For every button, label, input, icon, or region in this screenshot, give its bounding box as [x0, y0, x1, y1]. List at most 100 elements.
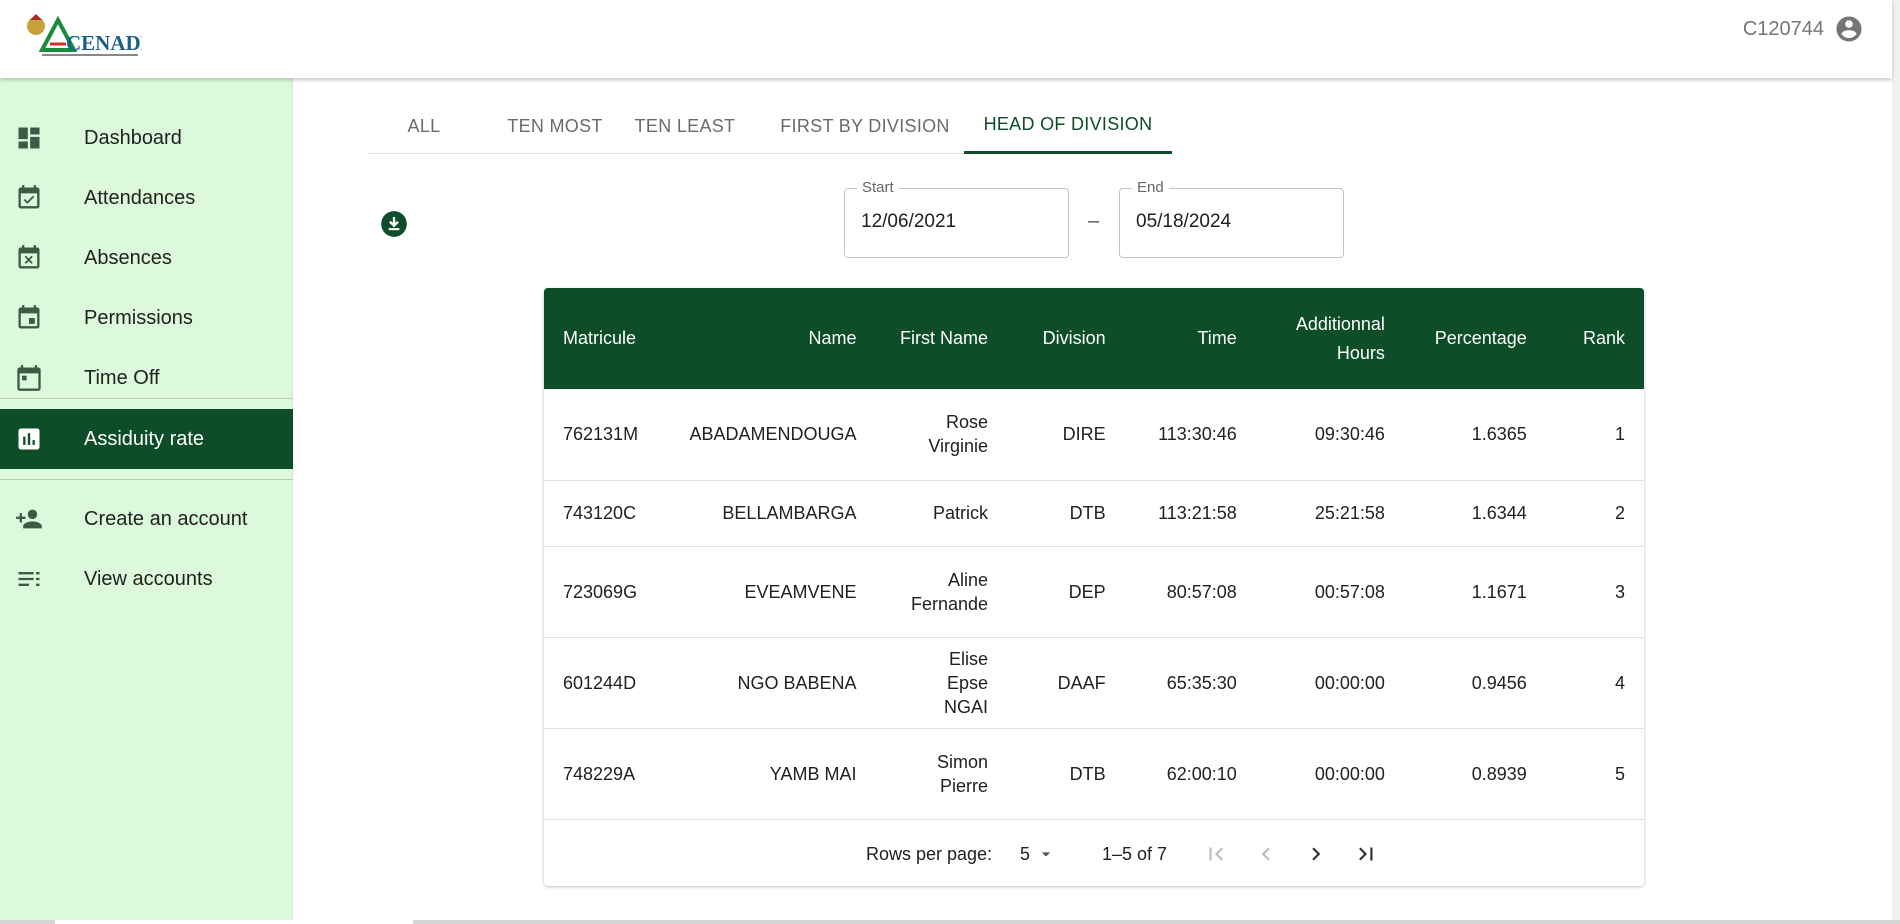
rows-per-page-label: Rows per page: [866, 843, 993, 864]
end-date-field[interactable]: End [1119, 179, 1344, 258]
cell-matricule: 762131M [563, 424, 639, 445]
download-icon [381, 211, 407, 237]
sidebar-item-label: Time Off [84, 366, 160, 389]
calendar-today-icon [15, 364, 43, 392]
column-header-percentage[interactable]: Percentage [1404, 288, 1546, 389]
column-header-rank[interactable]: Rank [1546, 288, 1644, 389]
person-add-icon [15, 505, 43, 533]
table-header-row: Matricule Name First Name Division Time … [544, 288, 1644, 389]
sidebar-item-dashboard[interactable]: Dashboard [0, 108, 293, 168]
horizontal-scrollbar[interactable] [0, 920, 1900, 924]
cell-time: 113:21:58 [1158, 503, 1237, 523]
first-page-button[interactable] [1200, 838, 1232, 870]
dashboard-icon [15, 124, 43, 152]
cell-first-name: Patrick [933, 503, 989, 523]
cell-name: YAMB MAI [769, 763, 857, 784]
event-icon [15, 304, 43, 332]
sidebar-item-view-accounts[interactable]: View accounts [0, 549, 293, 609]
tab-bar: ALL TEN MOST TEN LEAST FIRST BY DIVISION… [368, 98, 1172, 154]
cell-matricule: 723069G [563, 581, 638, 602]
end-date-label: End [1132, 179, 1169, 196]
vertical-scrollbar[interactable] [1892, 0, 1900, 920]
column-header-first-name[interactable]: First Name [875, 288, 1007, 389]
last-page-icon [1359, 847, 1373, 861]
cell-rank: 1 [1614, 424, 1625, 445]
end-date-input[interactable] [1136, 211, 1326, 233]
column-header-division[interactable]: Division [1007, 288, 1125, 389]
chevron-right-icon [1312, 847, 1321, 861]
cell-matricule: 743120C [563, 503, 637, 523]
cell-division: DTB [1069, 503, 1106, 523]
table-row: 748229A YAMB MAI Simon Pierre DTB 62:00:… [544, 728, 1644, 819]
cell-division: DTB [1069, 763, 1106, 784]
sidebar: Dashboard Attendances Absences Permissio… [0, 78, 293, 924]
cell-rank: 5 [1614, 763, 1625, 784]
cell-rank: 3 [1614, 581, 1625, 602]
cell-rank: 4 [1614, 672, 1625, 693]
table-pagination: Rows per page: 5 1–5 of 7 [544, 822, 1644, 886]
account-circle-icon[interactable] [1834, 14, 1864, 44]
sidebar-item-label: View accounts [84, 567, 213, 590]
cell-name: EVEAMVENE [744, 581, 857, 602]
next-page-button[interactable] [1300, 838, 1332, 870]
cell-first-name: Simon Pierre [937, 751, 989, 796]
column-header-time[interactable]: Time [1125, 288, 1256, 389]
table-row: 601244D NGO BABENA Elise Epse NGAI DAAF … [544, 637, 1644, 728]
list-icon [15, 565, 43, 593]
tab-ten-most[interactable]: TEN MOST [480, 98, 630, 154]
cell-rank: 2 [1614, 503, 1625, 523]
download-button[interactable] [380, 210, 408, 238]
assiduity-table-card: Matricule Name First Name Division Time … [544, 288, 1644, 886]
sidebar-item-label: Absences [84, 246, 172, 269]
cell-name: NGO BABENA [737, 672, 857, 693]
scrollbar-thumb[interactable] [55, 920, 413, 924]
event-available-icon [15, 184, 43, 212]
cell-additionnal-hours: 09:30:46 [1314, 424, 1385, 445]
table-row: 762131M ABADAMENDOUGA Rose Virginie DIRE… [544, 389, 1644, 480]
sidebar-item-label: Create an account [84, 507, 248, 530]
cell-percentage: 1.6344 [1471, 503, 1527, 523]
cell-time: 62:00:10 [1166, 763, 1237, 784]
arrow-drop-down-icon [1041, 852, 1051, 857]
tab-head-of-division[interactable]: HEAD OF DIVISION [964, 98, 1172, 154]
cell-matricule: 601244D [563, 672, 637, 693]
event-busy-icon [15, 244, 43, 272]
cell-time: 65:35:30 [1166, 672, 1237, 693]
sidebar-item-create-account[interactable]: Create an account [0, 489, 293, 549]
sidebar-item-absences[interactable]: Absences [0, 228, 293, 288]
start-date-field[interactable]: Start [844, 179, 1069, 258]
sidebar-item-permissions[interactable]: Permissions [0, 288, 293, 348]
sidebar-divider [0, 479, 293, 480]
column-header-additionnal-hours[interactable]: Additionnal Hours [1256, 288, 1404, 389]
cell-additionnal-hours: 00:00:00 [1314, 763, 1385, 784]
user-menu[interactable]: C120744 [1743, 14, 1864, 44]
table-row: 723069G EVEAMVENE Aline Fernande DEP 80:… [544, 546, 1644, 637]
column-header-name[interactable]: Name [670, 288, 875, 389]
rows-per-page-select[interactable]: 5 [1020, 844, 1056, 865]
column-header-matricule[interactable]: Matricule [544, 288, 670, 389]
chevron-left-icon [1261, 847, 1270, 861]
tab-first-by-division[interactable]: FIRST BY DIVISION [770, 98, 960, 154]
date-range-separator: – [1088, 210, 1100, 232]
sidebar-item-label: Assiduity rate [84, 427, 205, 450]
cell-percentage: 0.8939 [1471, 763, 1527, 784]
previous-page-button[interactable] [1250, 838, 1282, 870]
cell-division: DIRE [1062, 424, 1106, 445]
cell-first-name: Rose Virginie [928, 412, 989, 457]
sidebar-item-label: Dashboard [84, 126, 182, 149]
first-page-icon [1209, 847, 1223, 861]
sidebar-item-assiduity-rate[interactable]: Assiduity rate [0, 409, 293, 469]
start-date-input[interactable] [861, 211, 1051, 233]
cell-percentage: 1.6365 [1471, 424, 1527, 445]
cell-percentage: 1.1671 [1471, 581, 1527, 602]
tab-ten-least[interactable]: TEN LEAST [630, 98, 740, 154]
cell-additionnal-hours: 25:21:58 [1314, 503, 1385, 523]
assiduity-table: Matricule Name First Name Division Time … [544, 288, 1644, 820]
cenadi-logo[interactable]: CENADI [22, 10, 149, 62]
tab-all[interactable]: ALL [368, 98, 480, 154]
cell-additionnal-hours: 00:00:00 [1314, 672, 1385, 693]
pagination-range: 1–5 of 7 [1102, 843, 1168, 864]
sidebar-item-time-off[interactable]: Time Off [0, 348, 293, 408]
last-page-button[interactable] [1350, 838, 1382, 870]
sidebar-item-attendances[interactable]: Attendances [0, 168, 293, 228]
